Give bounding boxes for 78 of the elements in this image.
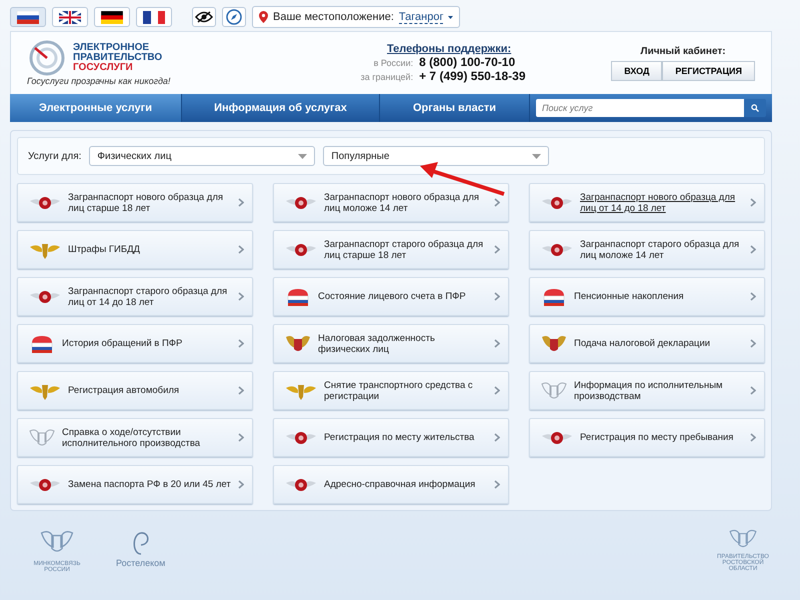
audience-select[interactable]: Физических лиц xyxy=(89,146,316,166)
service-card[interactable]: Загранпаспорт нового образца для лиц моложе 14 лет xyxy=(273,183,509,222)
slogan: Госуслуги прозрачны как никогда! xyxy=(27,76,172,86)
chevron-right-icon xyxy=(494,480,500,489)
service-card[interactable]: Подача налоговой декларации xyxy=(529,324,765,363)
service-card[interactable]: Регистрация по месту жительства xyxy=(273,418,509,457)
logo-text: ГОСУСЛУГИ xyxy=(73,63,134,73)
language-button[interactable] xyxy=(94,7,130,27)
flag-icon xyxy=(101,10,123,24)
nav-tab[interactable]: Органы власти xyxy=(380,94,530,122)
phone-label: в России: xyxy=(372,58,414,68)
service-card[interactable]: Состояние лицевого счета в ПФР xyxy=(273,277,509,316)
chevron-right-icon xyxy=(238,339,244,348)
caret-icon xyxy=(532,154,542,158)
service-card[interactable]: Загранпаспорт старого образца для лиц от 14 до 18 лет xyxy=(17,277,253,316)
phone-number: 8 (800) 100-70-10 xyxy=(419,55,516,69)
service-card[interactable]: Снятие транспортного средства с регистрации xyxy=(273,371,509,410)
chevron-right-icon xyxy=(750,292,756,301)
account-title: Личный кабинет: xyxy=(640,46,726,56)
search-icon[interactable] xyxy=(744,99,766,117)
chevron-right-icon xyxy=(238,245,244,254)
location-link[interactable]: Таганрог xyxy=(398,10,444,24)
language-button[interactable] xyxy=(52,7,88,27)
chevron-right-icon xyxy=(238,386,244,395)
chevron-right-icon xyxy=(494,433,500,442)
chevron-right-icon xyxy=(494,386,500,395)
compass-icon[interactable] xyxy=(222,7,246,27)
service-card[interactable]: Адресно-справочная информация xyxy=(273,465,509,504)
chevron-right-icon xyxy=(494,339,500,348)
service-card[interactable]: Информация по исполнительным производствам xyxy=(529,371,765,410)
service-card[interactable]: Штрафы ГИБДД xyxy=(17,230,253,269)
logo-icon xyxy=(27,40,67,76)
partner-name: Ростелеком xyxy=(116,558,166,568)
login-button[interactable]: ВХОД xyxy=(611,60,662,80)
phone-number: + 7 (499) 550-18-39 xyxy=(419,69,526,83)
phone-label: за границей: xyxy=(360,72,414,82)
chevron-right-icon xyxy=(494,198,500,207)
flag-icon xyxy=(17,10,39,24)
service-card[interactable]: Справка о ходе/отсутствии исполнительного производства xyxy=(17,418,253,457)
logo-text: ЭЛЕКТРОННОЕ xyxy=(73,43,150,53)
chevron-right-icon xyxy=(238,433,244,442)
chevron-right-icon xyxy=(494,245,500,254)
flag-icon xyxy=(143,10,165,24)
service-card[interactable]: Регистрация автомобиля xyxy=(17,371,253,410)
location-label: Ваше местоположение: xyxy=(273,11,394,23)
chevron-right-icon xyxy=(238,480,244,489)
caret-icon xyxy=(448,16,454,18)
language-button[interactable] xyxy=(10,7,46,27)
flag-icon xyxy=(59,10,81,24)
filter-label: Услуги для: xyxy=(28,150,82,162)
caret-icon xyxy=(298,154,308,158)
category-select[interactable]: Популярные xyxy=(323,146,550,166)
chevron-right-icon xyxy=(750,386,756,395)
service-card[interactable]: Загранпаспорт старого образца для лиц старше 18 лет xyxy=(273,230,509,269)
register-button[interactable]: РЕГИСТРАЦИЯ xyxy=(662,60,755,80)
service-card[interactable]: Регистрация по месту пребывания xyxy=(529,418,765,457)
chevron-right-icon xyxy=(750,433,756,442)
nav-tab[interactable]: Электронные услуги xyxy=(10,94,182,122)
chevron-right-icon xyxy=(750,339,756,348)
service-card[interactable]: Загранпаспорт нового образца для лиц от 14 до 18 лет xyxy=(529,183,765,222)
chevron-right-icon xyxy=(238,292,244,301)
eye-icon[interactable] xyxy=(192,7,216,27)
language-button[interactable] xyxy=(136,7,172,27)
search-field[interactable]: Поиск услуг xyxy=(536,99,744,117)
service-card[interactable]: Загранпаспорт нового образца для лиц старше 18 лет xyxy=(17,183,253,222)
chevron-right-icon xyxy=(750,198,756,207)
location-pin-icon xyxy=(259,11,268,23)
service-card[interactable]: Замена паспорта РФ в 20 или 45 лет xyxy=(17,465,253,504)
service-card[interactable]: Загранпаспорт старого образца для лиц моложе 14 лет xyxy=(529,230,765,269)
service-card[interactable]: История обращений в ПФР xyxy=(17,324,253,363)
service-card[interactable]: Налоговая задолженность физических лиц xyxy=(273,324,509,363)
service-card[interactable]: Пенсионные накопления xyxy=(529,277,765,316)
chevron-right-icon xyxy=(238,198,244,207)
chevron-right-icon xyxy=(494,292,500,301)
nav-tab[interactable]: Информация об услугах xyxy=(182,94,380,122)
chevron-right-icon xyxy=(750,245,756,254)
support-title: Телефоны поддержки: xyxy=(387,43,512,55)
logo-text: ПРАВИТЕЛЬСТВО xyxy=(73,53,162,63)
